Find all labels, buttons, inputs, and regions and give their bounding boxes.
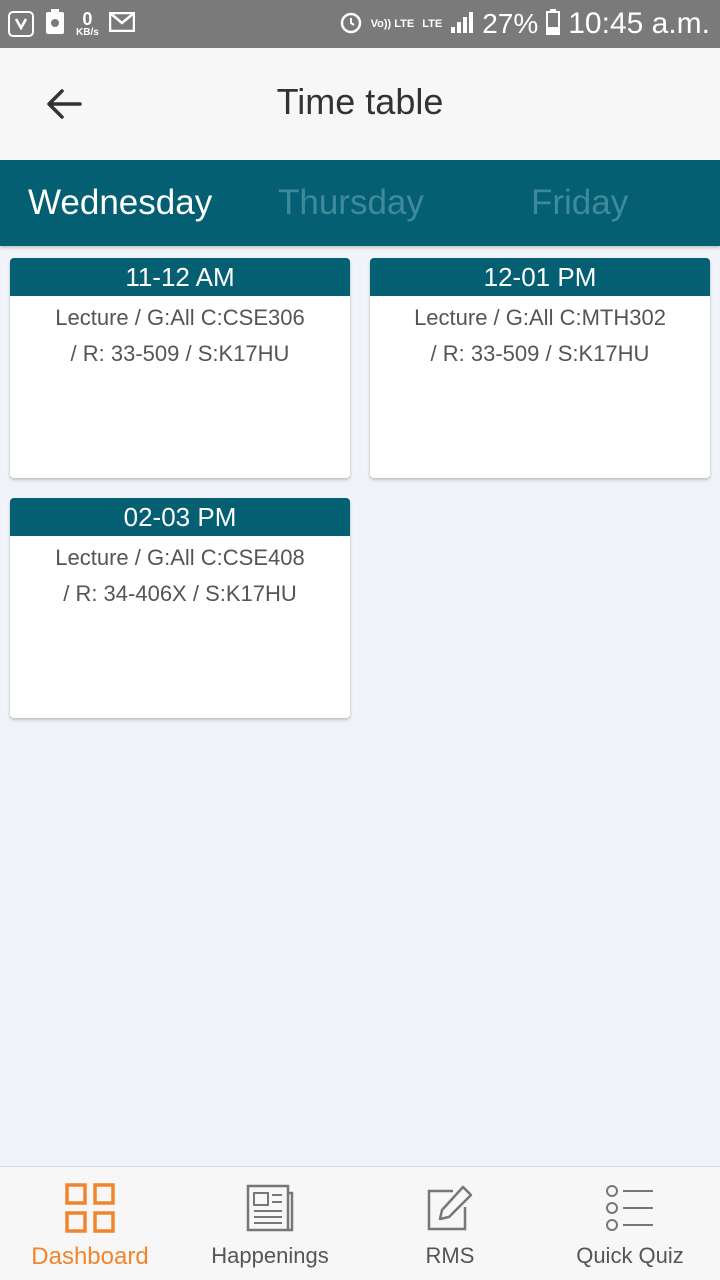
timetable-grid: 11-12 AM Lecture / G:All C:CSE306 / R: 3… xyxy=(0,246,720,1166)
alarm-icon xyxy=(339,10,363,39)
recycle-battery-icon xyxy=(44,8,66,41)
battery-percent: 27% xyxy=(482,8,539,39)
status-right-icons: Vo)) LTE LTE 27% 10:45 a.m. xyxy=(339,0,710,48)
class-time: 12-01 PM xyxy=(370,258,710,296)
battery-icon xyxy=(546,8,561,40)
mail-icon xyxy=(108,11,136,37)
class-card[interactable]: 11-12 AM Lecture / G:All C:CSE306 / R: 3… xyxy=(10,258,350,478)
class-card[interactable]: 02-03 PM Lecture / G:All C:CSE408 / R: 3… xyxy=(10,498,350,718)
class-time: 11-12 AM xyxy=(10,258,350,296)
nav-quick-quiz-label: Quick Quiz xyxy=(576,1243,684,1268)
arrow-left-icon xyxy=(47,89,82,119)
nav-dashboard[interactable]: Dashboard xyxy=(10,1167,170,1280)
clock: 10:45 a.m. xyxy=(568,7,710,40)
dashboard-grid-icon xyxy=(63,1181,117,1235)
nav-happenings[interactable]: Happenings xyxy=(190,1167,350,1280)
tab-thursday[interactable]: Thursday xyxy=(278,160,424,246)
data-speed-value: 0 xyxy=(82,9,93,29)
class-time: 02-03 PM xyxy=(10,498,350,536)
tab-friday[interactable]: Friday xyxy=(531,160,628,246)
status-bar: 0 KB/s Vo)) LTE LTE 27% 10:45 a.m. xyxy=(0,0,720,48)
class-card[interactable]: 12-01 PM Lecture / G:All C:MTH302 / R: 3… xyxy=(370,258,710,478)
nav-happenings-label: Happenings xyxy=(211,1243,329,1268)
page-title: Time table xyxy=(276,81,444,122)
day-tabs: Wednesday Thursday Friday xyxy=(0,160,720,246)
network-type: LTE xyxy=(422,17,443,30)
volte-indicator: Vo)) LTE xyxy=(370,17,415,30)
signal-icon xyxy=(450,11,474,38)
tab-wednesday[interactable]: Wednesday xyxy=(28,160,212,246)
class-details-line2: / R: 33-509 / S:K17HU xyxy=(70,341,290,366)
class-details: Lecture / G:All C:MTH302 / R: 33-509 / S… xyxy=(370,296,710,372)
nav-rms-label: RMS xyxy=(425,1243,475,1268)
class-details: Lecture / G:All C:CSE306 / R: 33-509 / S… xyxy=(10,296,350,372)
back-button[interactable] xyxy=(36,78,92,130)
status-left-icons: 0 KB/s xyxy=(8,8,136,41)
class-details-line1: Lecture / G:All C:MTH302 xyxy=(414,305,666,330)
nav-quick-quiz[interactable]: Quick Quiz xyxy=(550,1167,710,1280)
class-details-line2: / R: 33-509 / S:K17HU xyxy=(430,341,650,366)
class-details: Lecture / G:All C:CSE408 / R: 34-406X / … xyxy=(10,536,350,612)
class-details-line1: Lecture / G:All C:CSE306 xyxy=(55,305,305,330)
bottom-navigation: Dashboard Happenings RMS Quick Quiz xyxy=(0,1166,720,1280)
data-speed-unit: KB/s xyxy=(76,27,99,38)
nav-dashboard-label: Dashboard xyxy=(31,1243,149,1270)
edit-icon xyxy=(423,1181,477,1235)
class-details-line1: Lecture / G:All C:CSE408 xyxy=(55,545,305,570)
app-notification-icon xyxy=(8,11,34,37)
nav-rms[interactable]: RMS xyxy=(370,1167,530,1280)
newspaper-icon xyxy=(243,1181,297,1235)
list-icon xyxy=(603,1181,657,1235)
data-speed: 0 KB/s xyxy=(76,10,99,38)
class-details-line2: / R: 34-406X / S:K17HU xyxy=(63,581,297,606)
app-bar: Time table xyxy=(0,48,720,160)
